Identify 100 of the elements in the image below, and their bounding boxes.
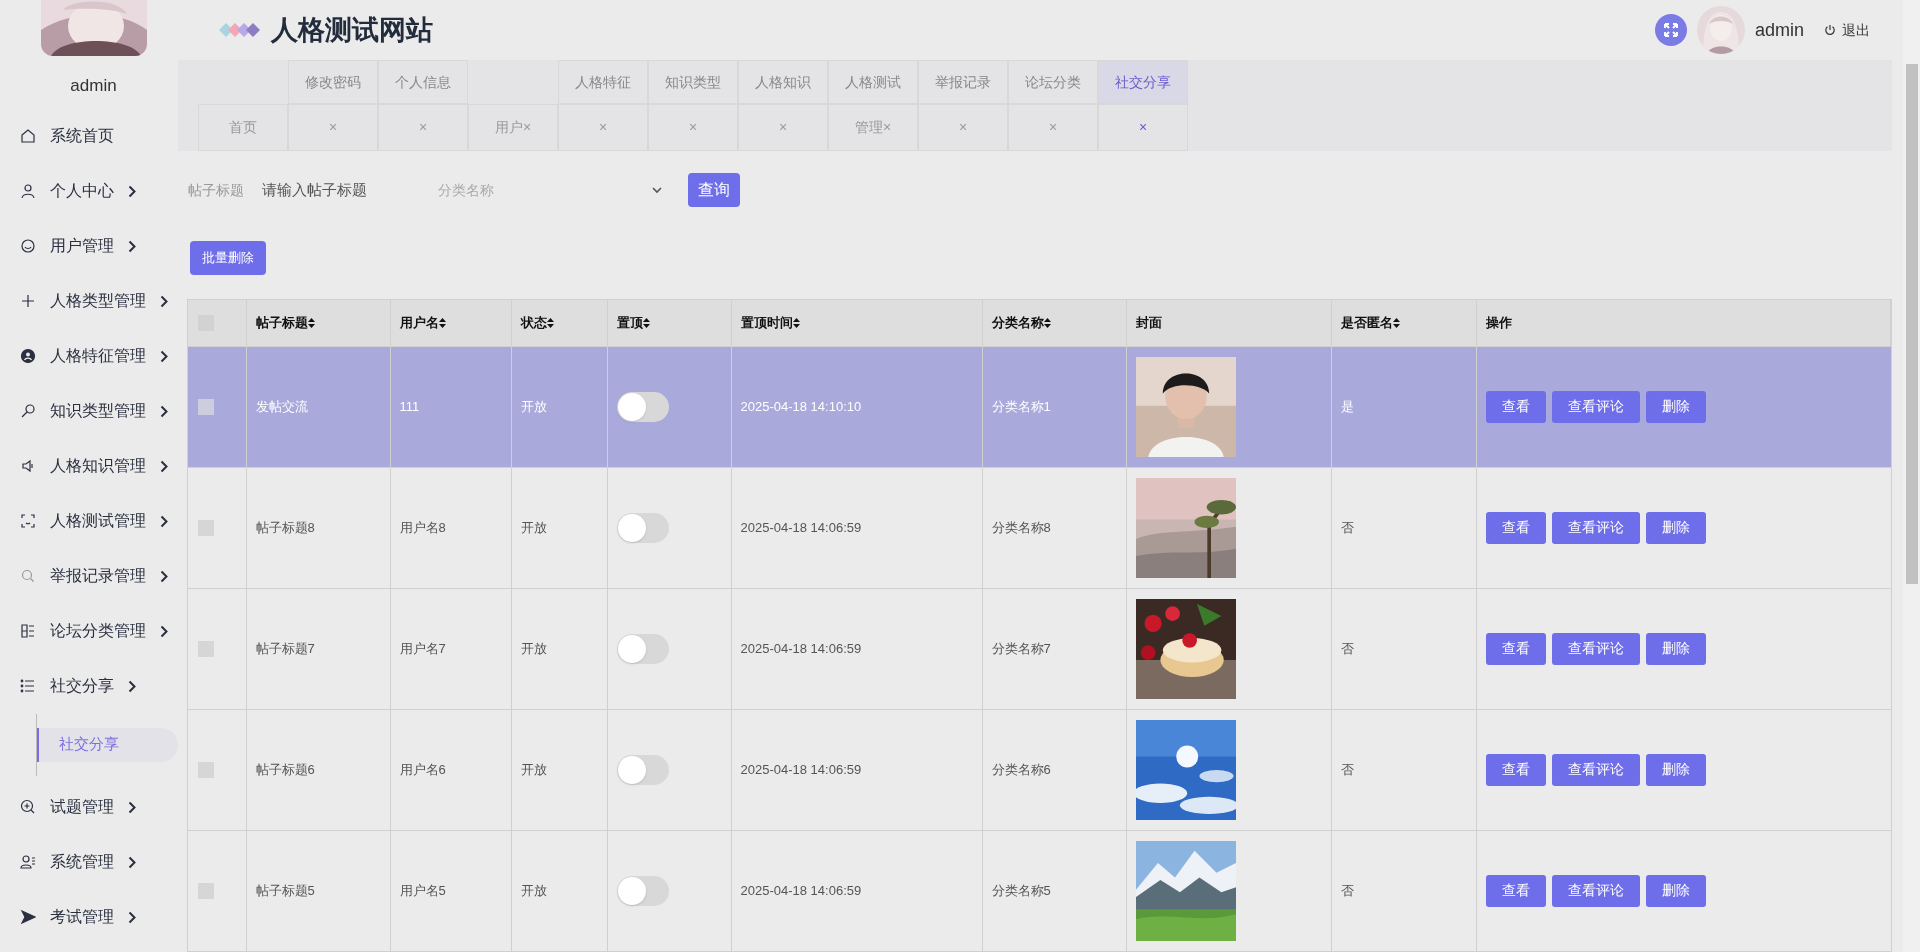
chevron-right-icon xyxy=(128,184,136,198)
toggle-switch[interactable] xyxy=(616,391,669,422)
zoom-in-icon xyxy=(20,799,36,815)
table-cell: 2025-04-18 14:06:59 xyxy=(731,830,982,951)
chevron-right-icon xyxy=(128,239,136,253)
tab-close[interactable]: × xyxy=(738,104,828,151)
user-icon xyxy=(20,183,36,199)
action-button[interactable]: 查看评论 xyxy=(1551,753,1640,786)
table-cell: 用户名8 xyxy=(390,467,511,588)
tab-close[interactable]: 管理× xyxy=(828,104,918,151)
table-cell: 2025-04-18 14:06:59 xyxy=(731,588,982,709)
toggle-switch[interactable] xyxy=(616,754,669,785)
sidebar-item[interactable]: 考试管理 xyxy=(0,889,136,945)
table-cell: 否 xyxy=(1331,709,1476,830)
chevron-right-icon xyxy=(128,679,136,693)
table-cell: 是 xyxy=(1331,346,1476,467)
column-header[interactable]: 状态 xyxy=(520,313,554,333)
tab-close[interactable]: × xyxy=(558,104,648,151)
fullscreen-button[interactable] xyxy=(1654,14,1687,46)
logout-button[interactable]: 退出 xyxy=(1824,19,1870,41)
action-button[interactable]: 查看 xyxy=(1485,632,1546,665)
sidebar-item[interactable]: 系统管理 xyxy=(0,834,136,890)
tab[interactable]: 社交分享 xyxy=(1098,60,1188,104)
action-button[interactable]: 删除 xyxy=(1645,511,1706,544)
sidebar-item[interactable]: 人格测试管理 xyxy=(0,493,168,549)
chevron-right-icon xyxy=(128,855,136,869)
action-button[interactable]: 查看 xyxy=(1485,511,1546,544)
action-button[interactable]: 删除 xyxy=(1645,874,1706,907)
table-cell: 开放 xyxy=(511,467,607,588)
column-header[interactable]: 是否匿名 xyxy=(1340,313,1400,333)
toggle-switch[interactable] xyxy=(616,875,669,906)
tab-close[interactable]: × xyxy=(1008,104,1098,151)
plus-icon xyxy=(20,293,36,309)
action-button[interactable]: 查看评论 xyxy=(1551,632,1640,665)
action-button[interactable]: 查看评论 xyxy=(1551,511,1640,544)
table-cell: 用户名7 xyxy=(390,588,511,709)
tab[interactable]: 人格特征 xyxy=(558,60,648,104)
action-button[interactable]: 查看 xyxy=(1485,874,1546,907)
tab[interactable]: 知识类型 xyxy=(648,60,738,104)
tab-close[interactable]: 首页 xyxy=(198,104,288,151)
action-button[interactable]: 查看 xyxy=(1485,753,1546,786)
sidebar-item[interactable]: 用户管理 xyxy=(0,218,136,274)
tab-close[interactable]: × xyxy=(648,104,738,151)
tab-close[interactable]: × xyxy=(918,104,1008,151)
column-header[interactable]: 封面 xyxy=(1135,313,1162,333)
column-header[interactable]: 用户名 xyxy=(399,313,446,333)
tab-close[interactable]: × xyxy=(378,104,468,151)
action-button[interactable]: 查看评论 xyxy=(1551,390,1640,423)
tab[interactable]: 人格测试 xyxy=(828,60,918,104)
sidebar-item[interactable]: 试题管理 xyxy=(0,779,136,835)
sidebar-item[interactable]: 举报记录管理 xyxy=(0,548,168,604)
sidebar-item[interactable]: 社交分享 xyxy=(0,658,136,714)
column-header[interactable]: 帖子标题 xyxy=(255,313,315,333)
action-button[interactable]: 查看 xyxy=(1485,390,1546,423)
submenu-item[interactable]: 社交分享 xyxy=(37,727,178,762)
action-button[interactable]: 查看评论 xyxy=(1551,874,1640,907)
toggle-switch[interactable] xyxy=(616,633,669,664)
tab-close[interactable]: × xyxy=(288,104,378,151)
table-cell: 分类名称1 xyxy=(982,346,1126,467)
sidebar-item[interactable]: 个人中心 xyxy=(0,163,136,219)
chevron-right-icon xyxy=(160,349,168,363)
sidebar-item[interactable]: 人格类型管理 xyxy=(0,273,168,329)
action-button[interactable]: 删除 xyxy=(1645,390,1706,423)
toggle-switch[interactable] xyxy=(616,512,669,543)
tab[interactable]: 论坛分类 xyxy=(1008,60,1098,104)
sort-icon[interactable] xyxy=(792,317,800,328)
power-icon xyxy=(1824,24,1836,36)
sidebar-item[interactable]: 人格知识管理 xyxy=(0,438,168,494)
sort-icon[interactable] xyxy=(1043,317,1051,328)
sidebar-item[interactable]: 人格特征管理 xyxy=(0,328,168,384)
tab[interactable]: 举报记录 xyxy=(918,60,1008,104)
title-search-field[interactable]: 请输入帖子标题 xyxy=(262,178,412,202)
table-cell: 否 xyxy=(1331,830,1476,951)
sidebar-item[interactable]: 论坛分类管理 xyxy=(0,603,168,659)
tab-close[interactable]: 用户× xyxy=(468,104,558,151)
column-header[interactable]: 操作 xyxy=(1485,313,1512,333)
tab[interactable]: 修改密码 xyxy=(288,60,378,104)
sidebar-item[interactable]: 系统首页 xyxy=(0,108,114,164)
sort-icon[interactable] xyxy=(642,317,650,328)
column-header[interactable]: 置顶时间 xyxy=(740,313,800,333)
action-button[interactable]: 删除 xyxy=(1645,753,1706,786)
scrollbar[interactable] xyxy=(1903,0,1920,952)
table-cell: 2025-04-18 14:10:10 xyxy=(731,346,982,467)
tab[interactable]: 个人信息 xyxy=(378,60,468,104)
table-cell: 开放 xyxy=(511,830,607,951)
table-cell: 开放 xyxy=(511,588,607,709)
tab[interactable]: 人格知识 xyxy=(738,60,828,104)
query-button[interactable]: 查询 xyxy=(688,173,740,207)
action-button[interactable]: 删除 xyxy=(1645,632,1706,665)
tab-close[interactable]: × xyxy=(1098,104,1188,151)
user-name: admin xyxy=(1754,18,1804,42)
batch-delete-button[interactable]: 批量删除 xyxy=(190,241,266,275)
sidebar-item[interactable]: 知识类型管理 xyxy=(0,383,168,439)
sort-icon[interactable] xyxy=(546,317,554,328)
column-header[interactable]: 分类名称 xyxy=(991,313,1051,333)
sort-icon[interactable] xyxy=(1392,317,1400,328)
sort-icon[interactable] xyxy=(438,317,446,328)
sort-icon[interactable] xyxy=(307,317,315,328)
checkbox[interactable] xyxy=(198,398,214,415)
column-header[interactable]: 置顶 xyxy=(616,313,650,333)
